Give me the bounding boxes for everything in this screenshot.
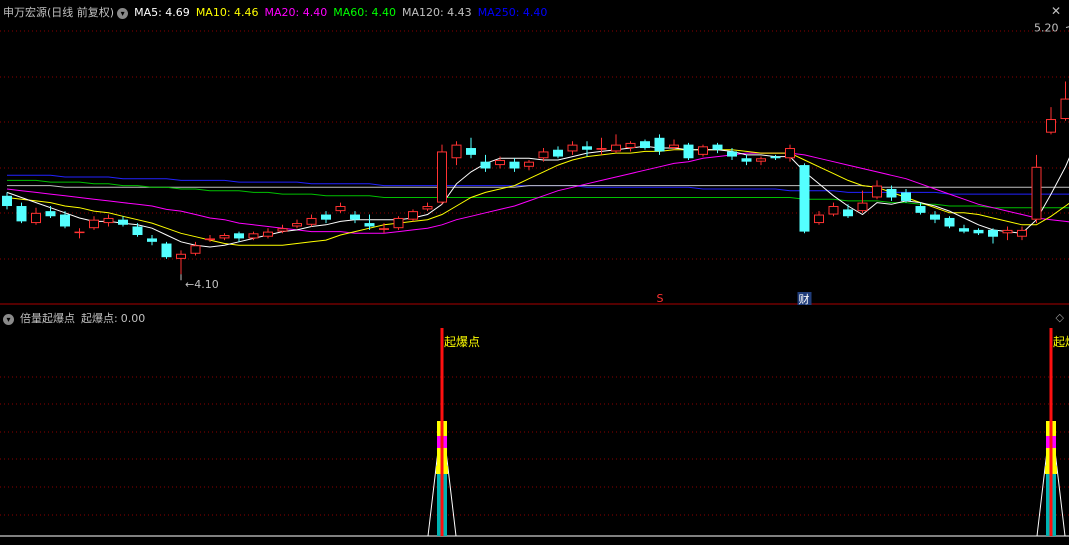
candle-body [350, 214, 360, 220]
candle-body [103, 217, 114, 224]
candle-body [538, 151, 549, 159]
candle-body [379, 228, 389, 230]
candle-body [74, 231, 85, 234]
candle-body [1060, 98, 1069, 120]
candle-body [799, 165, 810, 232]
candle-body [698, 146, 708, 155]
candle-body [263, 231, 273, 237]
s-marker: S [657, 292, 664, 305]
candle-body [567, 144, 578, 152]
candle-body [161, 243, 172, 258]
candle-body [669, 144, 679, 149]
candle-body [915, 206, 926, 213]
candle-body [756, 158, 766, 162]
ma5-line [6, 145, 1069, 248]
candle-body [640, 141, 650, 149]
candle-body [335, 206, 346, 212]
candle-body [60, 214, 70, 227]
candle-body [219, 235, 230, 239]
candle-body [596, 148, 607, 150]
candle-body [45, 211, 56, 217]
candle-body [843, 209, 853, 217]
candle-body [611, 144, 621, 152]
candle-body [132, 226, 143, 236]
candle-body [712, 144, 723, 150]
candle-body [480, 161, 491, 169]
candle-body [31, 212, 41, 224]
candle-body [466, 148, 476, 155]
candle-body [89, 219, 99, 229]
signal-label: 起爆点 [444, 335, 480, 349]
candle-body [1031, 166, 1042, 220]
candle-body [741, 158, 752, 162]
candle-body [451, 144, 462, 159]
candle-body [582, 146, 592, 150]
candle-body [988, 229, 998, 237]
candle-body [147, 238, 157, 242]
candle-body [872, 185, 882, 198]
indicator-value: 0.00 [120, 312, 146, 325]
indicator-header: ▾ 倍量起爆点 起爆点: 0.00 [0, 311, 151, 327]
candle-body [408, 211, 418, 220]
candle-body [1017, 229, 1027, 237]
candle-body [190, 245, 201, 254]
candle-body [248, 233, 259, 239]
candle-body [364, 223, 375, 227]
candle-body [727, 151, 737, 157]
candlestick-chart: 5.20 ←4.10 S 财 [0, 22, 1069, 305]
candle-body [814, 214, 824, 224]
candle-body [959, 228, 969, 232]
candle-body [234, 233, 244, 239]
high-price-label: 5.20 [1034, 22, 1059, 35]
candle-body [205, 238, 215, 241]
candle-body [524, 161, 534, 167]
candle-body [553, 149, 563, 157]
candle-body [1046, 119, 1056, 133]
candle-body [886, 188, 897, 198]
candle-body [828, 206, 839, 215]
candle-body [292, 223, 302, 227]
low-price-label: ←4.10 [185, 278, 219, 291]
candle-body [495, 159, 505, 166]
signal-label: 起爆点 [1053, 335, 1069, 349]
candle-body [176, 253, 186, 259]
candle-body [118, 219, 128, 225]
candle-body [306, 217, 317, 225]
candle-body [1002, 229, 1013, 234]
diamond-icon[interactable]: ◇ [1056, 311, 1064, 324]
candle-body [422, 206, 433, 210]
candle-body [625, 142, 636, 149]
candle-body [785, 148, 795, 159]
ma250-line [7, 174, 1069, 195]
candle-body [930, 214, 940, 220]
candle-body [770, 156, 781, 159]
candle-body [2, 195, 12, 207]
candle-body [509, 161, 520, 169]
indicator-chart: 起爆点 起爆点 [0, 328, 1069, 537]
candle-body [857, 202, 868, 212]
candle-body [16, 206, 27, 222]
indicator-value-label: 起爆点: [81, 312, 118, 325]
candle-body [901, 192, 911, 201]
candle-body [437, 151, 447, 203]
candle-body [321, 214, 331, 220]
cai-marker: 财 [799, 292, 810, 305]
candle-body [393, 217, 404, 229]
candle-body [277, 228, 288, 232]
chevron-down-icon[interactable]: ▾ [3, 313, 14, 325]
candle-body [944, 217, 955, 227]
candle-body [683, 144, 694, 159]
candle-body [654, 137, 665, 152]
candle-body [973, 229, 984, 234]
indicator-name[interactable]: 倍量起爆点 [20, 311, 75, 327]
